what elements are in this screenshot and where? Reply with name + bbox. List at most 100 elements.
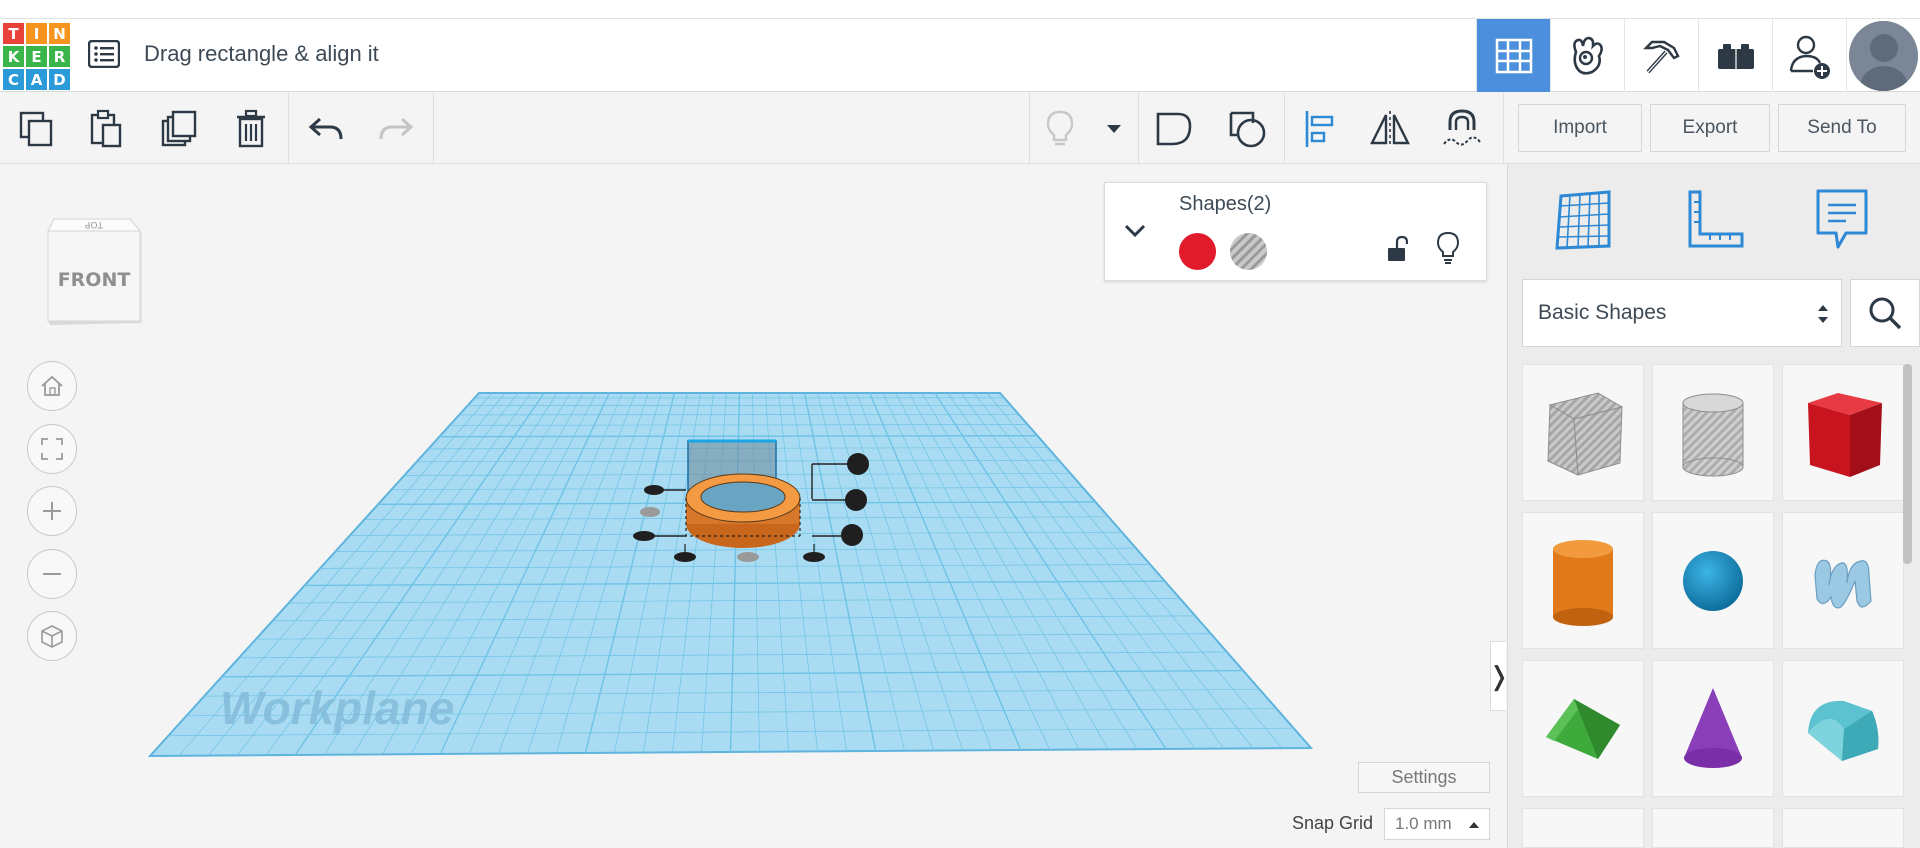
shape-inspector: Shapes(2) xyxy=(1104,182,1487,281)
3d-viewport[interactable]: Workplane TOP FRONT Shapes(2) Settings S… xyxy=(0,164,1506,848)
perspective-button[interactable] xyxy=(27,611,77,661)
logo-letter: I xyxy=(26,23,47,44)
shape-tile-partial[interactable] xyxy=(1522,808,1644,848)
caret-up-icon xyxy=(1469,822,1479,828)
logo-letter: R xyxy=(49,46,70,67)
home-view-button[interactable] xyxy=(27,361,77,411)
grid-view-icon xyxy=(1495,38,1532,73)
group-icon xyxy=(1156,112,1192,146)
grid-view-button[interactable] xyxy=(1476,19,1550,92)
bulb-icon xyxy=(1436,231,1460,264)
shape-tile-round-roof[interactable] xyxy=(1782,660,1904,797)
shape-tile-cylinder[interactable] xyxy=(1522,512,1644,649)
ungroup-button[interactable] xyxy=(1226,107,1270,151)
avatar-icon xyxy=(1849,20,1918,91)
cruise-button[interactable] xyxy=(1440,107,1484,151)
view-cube[interactable]: TOP FRONT xyxy=(42,209,148,332)
toolbar-divider xyxy=(288,93,289,164)
shape-tile-roof[interactable] xyxy=(1522,660,1644,797)
toolbar: Import Export Send To xyxy=(0,93,1920,164)
sphere-shape xyxy=(1683,550,1743,611)
ungroup-icon xyxy=(1229,111,1266,148)
notes-tab[interactable] xyxy=(1802,182,1882,258)
toolbar-divider xyxy=(433,93,434,164)
show-all-button[interactable] xyxy=(1038,107,1082,151)
shape-tile-partial[interactable] xyxy=(1782,808,1904,848)
paste-button[interactable] xyxy=(84,107,128,151)
logo-letter: K xyxy=(3,46,24,67)
zoom-out-button[interactable] xyxy=(27,549,77,599)
blocks-button[interactable] xyxy=(1550,19,1624,92)
viewcube-front-label: FRONT xyxy=(58,269,131,291)
shapes-scrollbar[interactable] xyxy=(1903,364,1913,848)
shape-tile-box-hole[interactable] xyxy=(1522,364,1644,501)
magnet-icon xyxy=(1443,109,1481,146)
shape-search-button[interactable] xyxy=(1850,279,1920,347)
solid-color-swatch[interactable] xyxy=(1179,233,1216,270)
round-roof-shape xyxy=(1808,700,1879,761)
redo-button[interactable] xyxy=(374,107,418,151)
design-title[interactable]: Drag rectangle & align it xyxy=(144,41,379,67)
workplane-tab[interactable] xyxy=(1543,182,1623,258)
align-button[interactable] xyxy=(1298,107,1342,151)
viewcube-top-label: TOP xyxy=(84,219,104,229)
shape-tile-box[interactable] xyxy=(1782,364,1904,501)
export-button[interactable]: Export xyxy=(1650,104,1770,152)
undo-button[interactable] xyxy=(304,107,348,151)
zoom-out-icon xyxy=(43,573,61,575)
design-list-button[interactable] xyxy=(86,36,122,72)
logo-letter: T xyxy=(3,23,24,44)
shape-tile-sphere[interactable] xyxy=(1652,512,1774,649)
scribble-shape xyxy=(1814,559,1872,608)
collapse-inspector-button[interactable] xyxy=(1119,215,1151,247)
delete-icon xyxy=(237,109,265,148)
invite-user-button[interactable] xyxy=(1772,19,1846,92)
logo-letter: E xyxy=(26,46,47,67)
logo-letter: A xyxy=(26,69,47,90)
shape-tile-cylinder-hole[interactable] xyxy=(1652,364,1774,501)
updown-arrows-icon xyxy=(1818,305,1828,323)
copy-button[interactable] xyxy=(14,107,58,151)
dropdown-arrow-icon xyxy=(1107,125,1121,133)
toolbar-divider xyxy=(1029,93,1030,164)
bulb-dropdown-button[interactable] xyxy=(1092,107,1136,151)
align-icon xyxy=(1305,111,1334,147)
search-icon xyxy=(1869,297,1902,330)
shape-tile-cone[interactable] xyxy=(1652,660,1774,797)
minecraft-pickaxe-icon xyxy=(1642,40,1680,73)
scrollbar-thumb[interactable] xyxy=(1903,364,1912,564)
panel-toggle-button[interactable]: ❭ xyxy=(1488,641,1506,711)
mirror-button[interactable] xyxy=(1368,107,1412,151)
ruler-tab[interactable] xyxy=(1674,182,1754,258)
settings-button[interactable]: Settings xyxy=(1358,762,1490,793)
tinkercad-logo[interactable]: TIN KER CAD xyxy=(3,23,70,90)
hide-button[interactable] xyxy=(1433,229,1463,267)
fit-view-button[interactable] xyxy=(27,424,77,474)
copy-icon xyxy=(19,111,53,147)
roof-shape xyxy=(1546,698,1620,759)
snap-grid-value: 1.0 mm xyxy=(1395,814,1452,833)
group-button[interactable] xyxy=(1152,107,1196,151)
view-cube-icon: TOP FRONT xyxy=(47,218,142,325)
hole-swatch[interactable] xyxy=(1230,233,1267,270)
delete-button[interactable] xyxy=(229,107,273,151)
bricks-button[interactable] xyxy=(1698,19,1772,92)
shape-tile-scribble[interactable] xyxy=(1782,512,1904,649)
import-button[interactable]: Import xyxy=(1518,104,1642,152)
lock-button[interactable] xyxy=(1382,231,1412,267)
shape-category-select[interactable]: Basic Shapes xyxy=(1522,279,1842,347)
fit-view-icon xyxy=(41,438,63,460)
snap-grid-select[interactable]: 1.0 mm xyxy=(1384,808,1490,840)
duplicate-button[interactable] xyxy=(157,107,201,151)
home-icon xyxy=(41,375,63,396)
minecraft-button[interactable] xyxy=(1624,19,1698,92)
blocks-icon xyxy=(1572,36,1603,75)
zoom-in-button[interactable] xyxy=(27,486,77,536)
header: TIN KER CAD Drag rectangle & align it xyxy=(0,19,1920,92)
send-to-button[interactable]: Send To xyxy=(1778,104,1906,152)
profile-button[interactable] xyxy=(1846,19,1920,92)
redo-icon xyxy=(379,117,414,140)
shape-tile-partial[interactable] xyxy=(1652,808,1774,848)
notes-icon xyxy=(1816,189,1868,249)
chevron-down-icon xyxy=(1124,224,1146,238)
